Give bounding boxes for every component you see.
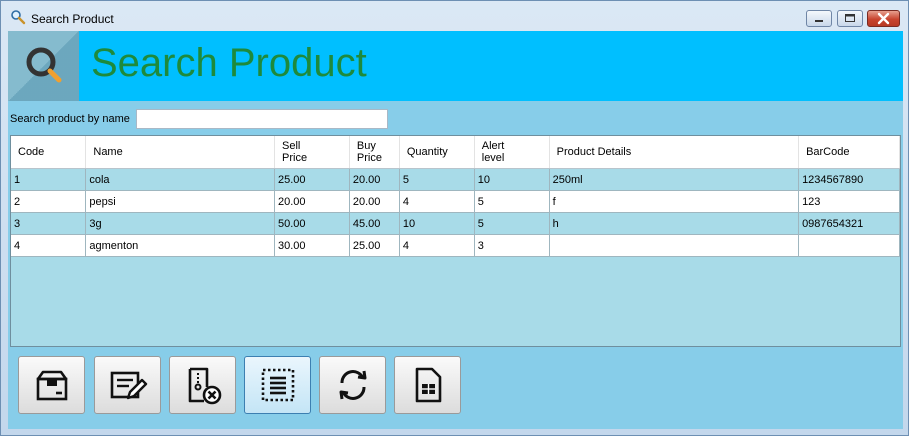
product-table: Code Name Sell Price Buy Price Quantity Al… — [11, 136, 900, 257]
table-cell[interactable]: 0987654321 — [798, 212, 900, 235]
edit-product-button[interactable] — [94, 356, 161, 414]
table-cell[interactable]: 25.00 — [349, 234, 400, 257]
column-header[interactable]: Sell Price — [274, 136, 350, 169]
table-cell[interactable]: f — [549, 190, 800, 213]
table-cell[interactable] — [798, 234, 900, 257]
search-label: Search product by name — [10, 113, 130, 125]
table-cell[interactable]: 1234567890 — [798, 168, 900, 191]
select-all-button[interactable] — [244, 356, 311, 414]
table-cell[interactable]: 3 — [474, 234, 550, 257]
report-document-icon — [415, 367, 441, 403]
close-button[interactable] — [867, 10, 900, 27]
table-cell[interactable] — [549, 234, 800, 257]
table-cell[interactable]: 1 — [11, 168, 87, 191]
header-logo — [8, 31, 79, 101]
minimize-button[interactable] — [806, 10, 832, 27]
table-cell[interactable]: 3 — [11, 212, 87, 235]
table-cell[interactable]: 50.00 — [274, 212, 350, 235]
table-row[interactable]: 4 agmenton 30.00 25.00 4 3 — [11, 234, 900, 257]
table-cell[interactable]: 10 — [474, 168, 550, 191]
table-cell[interactable]: 25.00 — [274, 168, 350, 191]
table-cell[interactable]: 5 — [474, 190, 550, 213]
title-bar[interactable]: Search Product — [1, 1, 908, 31]
minimize-icon — [815, 20, 823, 22]
column-header[interactable]: BarCode — [798, 136, 900, 169]
magnifier-icon — [26, 47, 62, 83]
column-header[interactable]: Alert level — [474, 136, 550, 169]
report-button[interactable] — [394, 356, 461, 414]
table-cell[interactable]: pepsi — [85, 190, 275, 213]
window-title: Search Product — [31, 12, 114, 26]
table-cell[interactable]: h — [549, 212, 800, 235]
table-cell[interactable]: 4 — [399, 234, 475, 257]
maximize-icon — [845, 14, 855, 22]
table-cell[interactable]: 3g — [85, 212, 275, 235]
close-icon — [877, 12, 890, 25]
table-cell[interactable]: 250ml — [549, 168, 800, 191]
table-cell[interactable]: 5 — [474, 212, 550, 235]
table-cell[interactable]: 2 — [11, 190, 87, 213]
table-row[interactable]: 2 pepsi 20.00 20.00 4 5 f 123 — [11, 190, 900, 213]
delete-document-icon — [188, 367, 221, 405]
table-row[interactable]: 1 cola 25.00 20.00 5 10 250ml 1234567890 — [11, 168, 900, 191]
delete-product-button[interactable] — [169, 356, 236, 414]
table-cell[interactable]: 20.00 — [349, 168, 400, 191]
column-header[interactable]: Code — [11, 136, 87, 169]
page-title: Search Product — [91, 41, 367, 85]
table-cell[interactable]: 45.00 — [349, 212, 400, 235]
column-header[interactable]: Buy Price — [349, 136, 400, 169]
select-all-icon — [261, 368, 294, 402]
maximize-button[interactable] — [837, 10, 863, 27]
table-cell[interactable]: 20.00 — [349, 190, 400, 213]
app-window: Search Product Search Product Search pro… — [0, 0, 909, 436]
table-cell[interactable]: 10 — [399, 212, 475, 235]
table-row[interactable]: 3 3g 50.00 45.00 10 5 h 0987654321 — [11, 212, 900, 235]
table-cell[interactable]: 30.00 — [274, 234, 350, 257]
table-cell[interactable]: cola — [85, 168, 275, 191]
table-cell[interactable]: 4 — [11, 234, 87, 257]
column-header[interactable]: Product Details — [549, 136, 800, 169]
column-header[interactable]: Quantity — [399, 136, 475, 169]
refresh-button[interactable] — [319, 356, 386, 414]
edit-document-icon — [110, 371, 147, 400]
table-cell[interactable]: 20.00 — [274, 190, 350, 213]
product-grid[interactable]: Code Name Sell Price Buy Price Quantity Al… — [10, 135, 901, 347]
magnifier-icon — [11, 10, 26, 25]
table-header: Code Name Sell Price Buy Price Quantity Al… — [11, 136, 900, 169]
search-input[interactable] — [136, 109, 388, 129]
product-button[interactable] — [18, 356, 85, 414]
product-box-icon — [36, 370, 67, 401]
table-cell[interactable]: 4 — [399, 190, 475, 213]
table-cell[interactable]: 5 — [399, 168, 475, 191]
table-cell[interactable]: 123 — [798, 190, 900, 213]
refresh-icon — [339, 370, 366, 400]
column-header[interactable]: Name — [85, 136, 275, 169]
client-area: Search Product Search product by name Co… — [8, 31, 903, 429]
table-cell[interactable]: agmenton — [85, 234, 275, 257]
header-banner: Search Product — [8, 31, 903, 101]
